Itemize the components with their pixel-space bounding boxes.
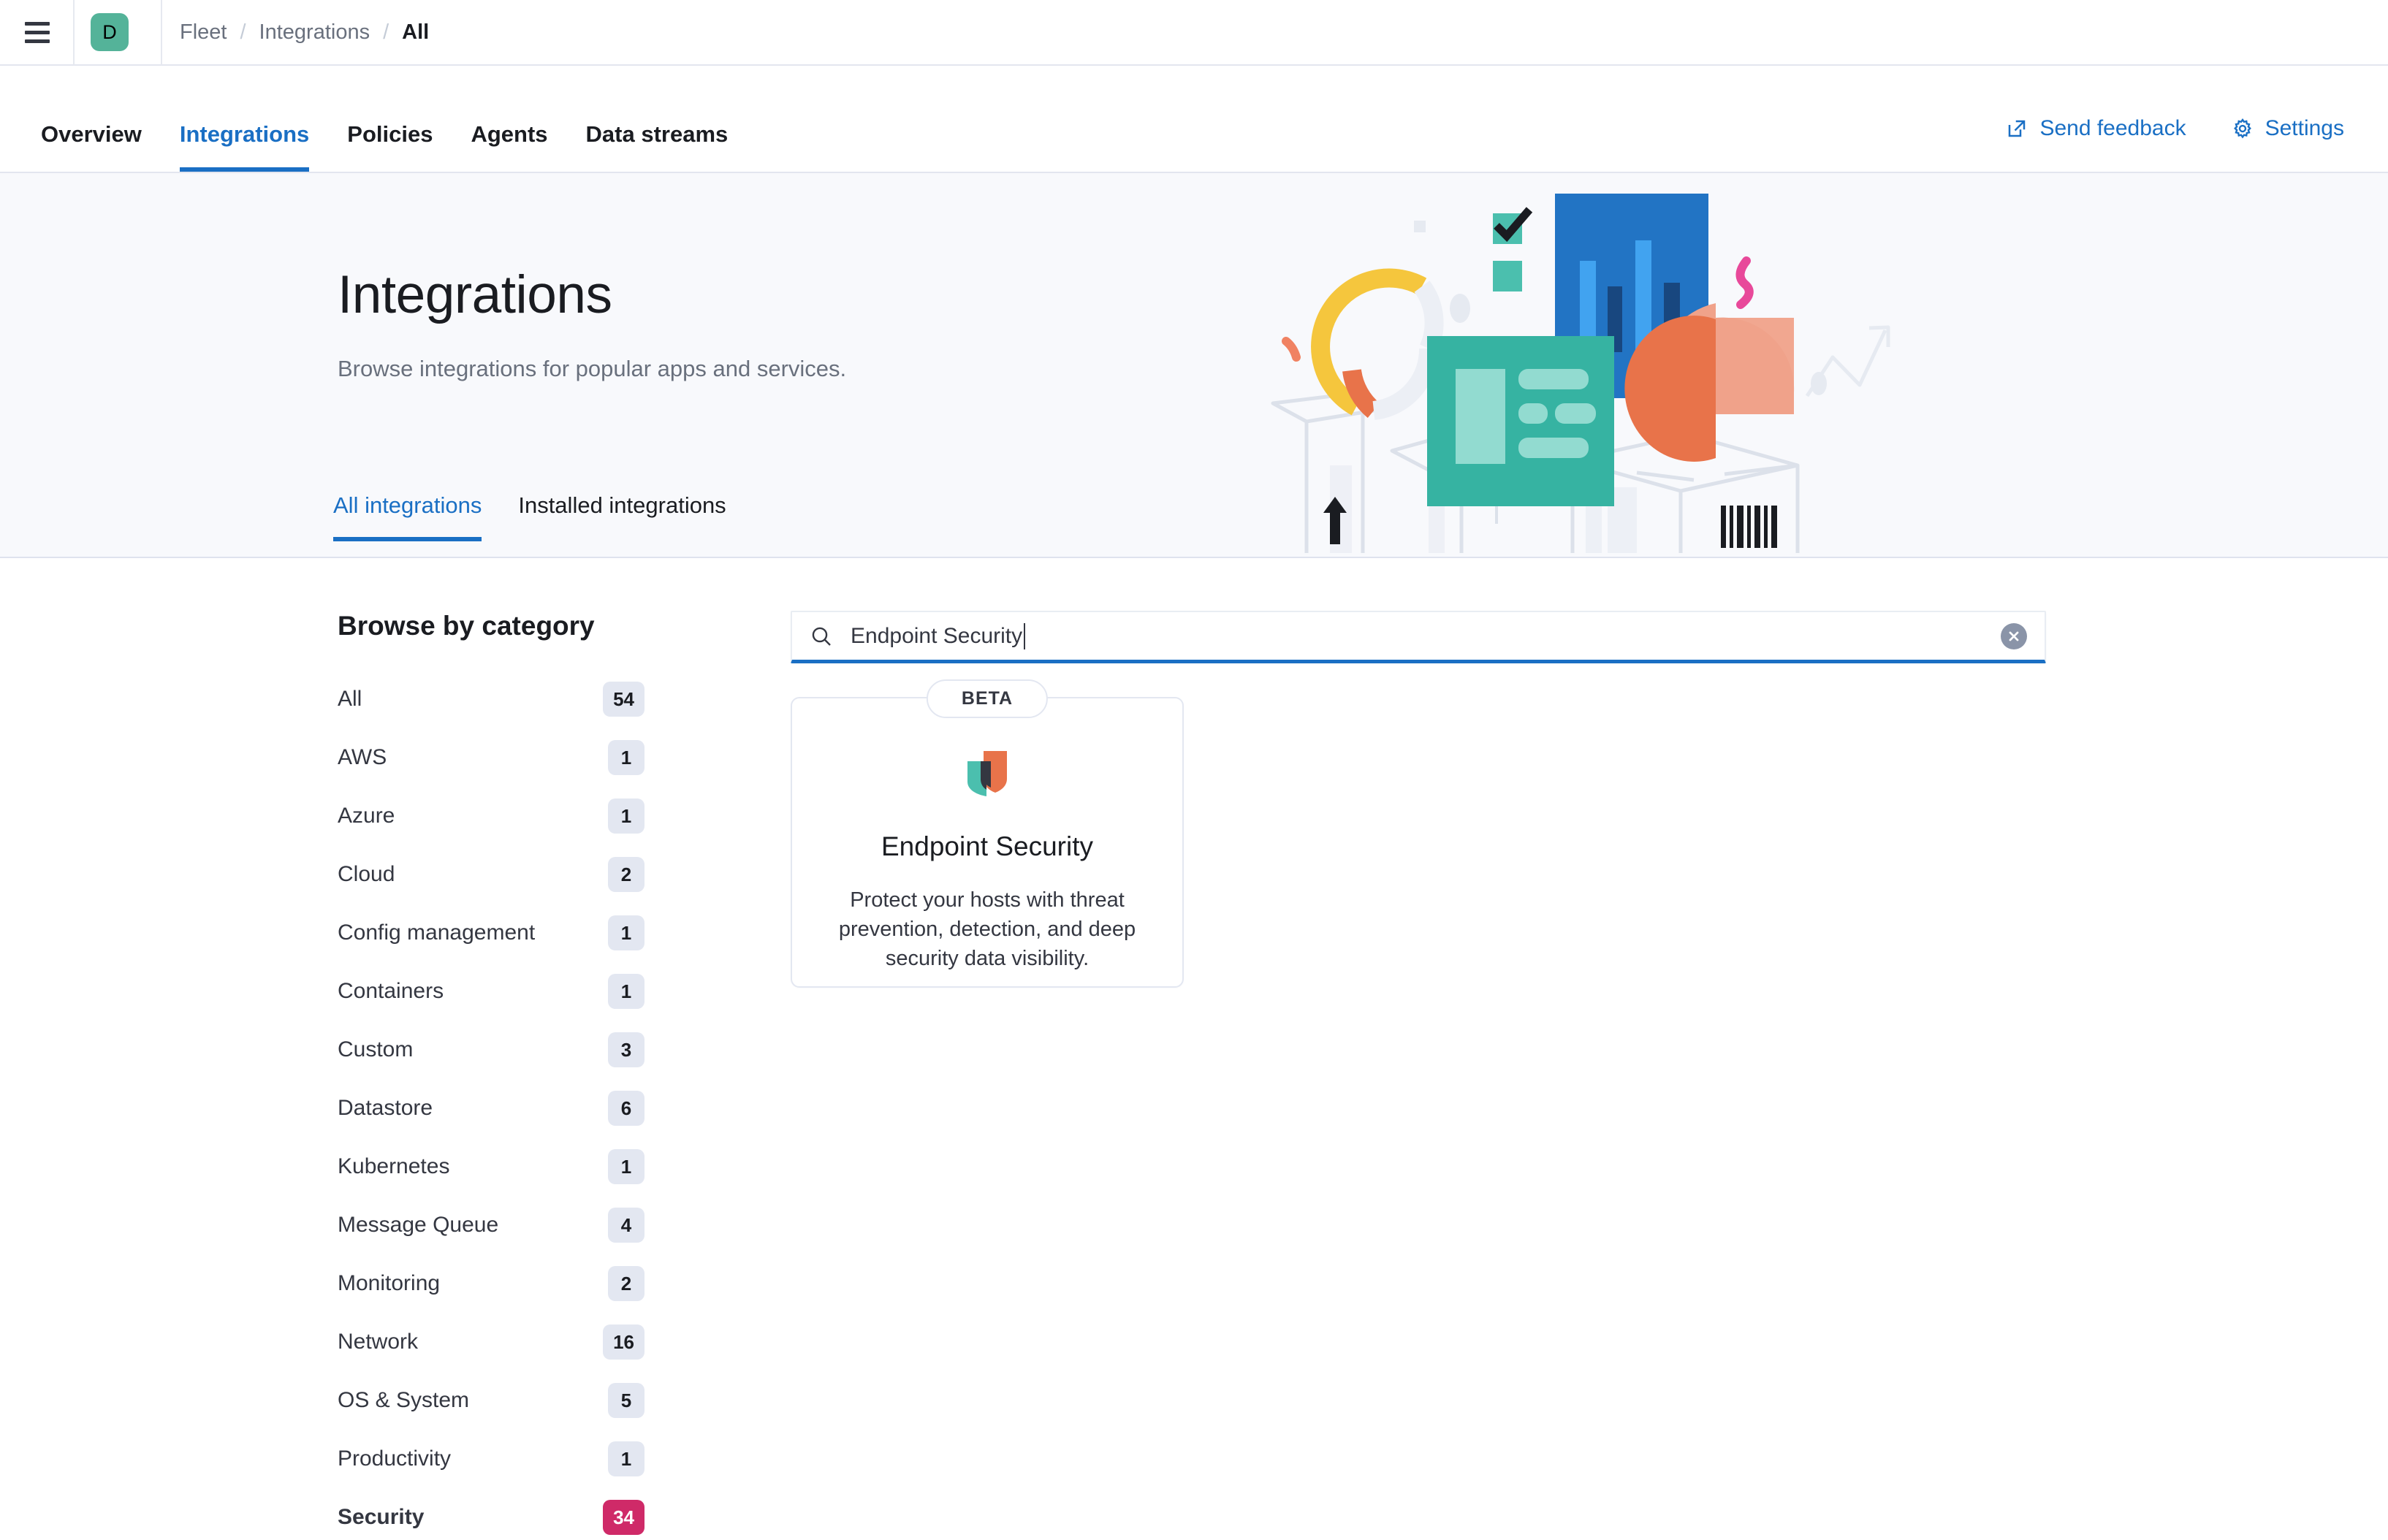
sidebar-item-os-system[interactable]: OS & System 5	[338, 1383, 644, 1418]
sidebar-item-all[interactable]: All 54	[338, 682, 644, 717]
sidebar-item-containers[interactable]: Containers 1	[338, 974, 644, 1009]
hamburger-menu-icon[interactable]	[18, 12, 57, 52]
app-root: D Fleet / Integrations / All Overview In…	[0, 0, 2388, 1540]
search-value-wrapper: Endpoint Security	[851, 623, 1025, 649]
breadcrumb-item-all: All	[402, 20, 429, 45]
integration-subtabs: All integrations Installed integrations	[333, 494, 763, 541]
main-navigation: Overview Integrations Policies Agents Da…	[0, 66, 2388, 173]
breadcrumb-separator: /	[240, 20, 246, 45]
sidebar-item-azure[interactable]: Azure 1	[338, 798, 644, 834]
category-label: Cloud	[338, 862, 395, 887]
toolbar-divider-2	[161, 0, 162, 65]
settings-button[interactable]: Settings	[2232, 116, 2344, 141]
integration-card-endpoint-security[interactable]: BETA Endpoint Security Protect your host…	[791, 697, 1184, 988]
category-label: AWS	[338, 745, 387, 770]
page-subtitle: Browse integrations for popular apps and…	[338, 356, 846, 382]
send-feedback-button[interactable]: Send feedback	[2006, 116, 2186, 141]
text-caret	[1024, 623, 1025, 649]
category-label: Azure	[338, 804, 395, 828]
integration-title: Endpoint Security	[881, 831, 1093, 862]
category-count-badge: 6	[608, 1091, 644, 1126]
search-icon	[810, 625, 833, 648]
category-count-badge: 1	[608, 740, 644, 775]
category-label: Network	[338, 1330, 418, 1354]
breadcrumb-item-integrations[interactable]: Integrations	[259, 20, 370, 45]
category-list: All 54 AWS 1 Azure 1 Cloud 2 Config mana…	[338, 682, 644, 1535]
gear-icon	[2232, 118, 2254, 140]
integration-results: BETA Endpoint Security Protect your host…	[791, 697, 1184, 988]
sidebar-item-config-management[interactable]: Config management 1	[338, 915, 644, 950]
sidebar-item-kubernetes[interactable]: Kubernetes 1	[338, 1149, 644, 1184]
integrations-box-illustration	[1242, 173, 1900, 557]
category-count-badge: 1	[608, 1441, 644, 1476]
category-label: Productivity	[338, 1446, 451, 1471]
tab-data-streams[interactable]: Data streams	[586, 123, 729, 172]
tab-integrations[interactable]: Integrations	[180, 123, 309, 172]
tab-agents[interactable]: Agents	[471, 123, 547, 172]
category-count-badge: 3	[608, 1032, 644, 1067]
integration-description: Protect your hosts with threat preventio…	[830, 885, 1144, 973]
clear-search-button[interactable]	[2001, 623, 2027, 649]
tab-installed-integrations[interactable]: Installed integrations	[518, 494, 726, 541]
category-label: Monitoring	[338, 1271, 440, 1296]
nav-tab-list: Overview Integrations Policies Agents Da…	[41, 123, 766, 172]
category-label: Security	[338, 1505, 424, 1530]
category-count-badge: 1	[608, 798, 644, 834]
category-count-badge: 1	[608, 974, 644, 1009]
category-label: Message Queue	[338, 1213, 498, 1238]
sidebar-item-productivity[interactable]: Productivity 1	[338, 1441, 644, 1476]
category-label: Custom	[338, 1037, 413, 1062]
category-count-badge: 1	[608, 915, 644, 950]
page-title: Integrations	[338, 264, 846, 325]
sidebar-item-monitoring[interactable]: Monitoring 2	[338, 1266, 644, 1301]
sidebar-item-custom[interactable]: Custom 3	[338, 1032, 644, 1067]
sidebar-item-security[interactable]: Security 34	[338, 1500, 644, 1535]
breadcrumb: Fleet / Integrations / All	[180, 20, 429, 45]
external-link-icon	[2006, 118, 2028, 140]
sidebar-item-datastore[interactable]: Datastore 6	[338, 1091, 644, 1126]
category-label: Containers	[338, 979, 444, 1004]
avatar[interactable]: D	[91, 13, 129, 51]
breadcrumb-item-fleet[interactable]: Fleet	[180, 20, 227, 45]
top-bar: D Fleet / Integrations / All	[0, 0, 2388, 66]
sidebar-item-network[interactable]: Network 16	[338, 1324, 644, 1360]
breadcrumb-separator-2: /	[383, 20, 389, 45]
content-area: Browse by category All 54 AWS 1 Azure 1 …	[0, 558, 2388, 1540]
category-count-badge: 34	[603, 1500, 644, 1535]
category-count-badge: 2	[608, 857, 644, 892]
settings-label: Settings	[2265, 116, 2344, 141]
search-area: Endpoint Security	[791, 611, 2046, 663]
category-count-badge: 16	[603, 1324, 644, 1360]
tab-policies[interactable]: Policies	[347, 123, 433, 172]
tab-all-integrations[interactable]: All integrations	[333, 494, 482, 541]
send-feedback-label: Send feedback	[2039, 116, 2186, 141]
category-label: OS & System	[338, 1388, 469, 1413]
category-count-badge: 54	[603, 682, 644, 717]
toolbar-divider	[73, 0, 75, 65]
sidebar-item-cloud[interactable]: Cloud 2	[338, 857, 644, 892]
sidebar-item-aws[interactable]: AWS 1	[338, 740, 644, 775]
category-sidebar: Browse by category All 54 AWS 1 Azure 1 …	[338, 611, 644, 1540]
category-count-badge: 4	[608, 1208, 644, 1243]
sidebar-item-message-queue[interactable]: Message Queue 4	[338, 1208, 644, 1243]
nav-actions: Send feedback Settings	[1961, 116, 2344, 172]
hero-text: Integrations Browse integrations for pop…	[338, 264, 846, 382]
category-label: All	[338, 687, 362, 712]
sidebar-title: Browse by category	[338, 611, 644, 641]
category-label: Kubernetes	[338, 1154, 449, 1179]
category-count-badge: 5	[608, 1383, 644, 1418]
search-value: Endpoint Security	[851, 624, 1022, 649]
endpoint-security-shield-logo	[965, 750, 1010, 798]
category-label: Config management	[338, 920, 535, 945]
category-label: Datastore	[338, 1096, 433, 1121]
status-badge: BETA	[927, 679, 1048, 718]
category-count-badge: 1	[608, 1149, 644, 1184]
tab-overview[interactable]: Overview	[41, 123, 142, 172]
category-count-badge: 2	[608, 1266, 644, 1301]
search-input[interactable]: Endpoint Security	[791, 611, 2046, 663]
